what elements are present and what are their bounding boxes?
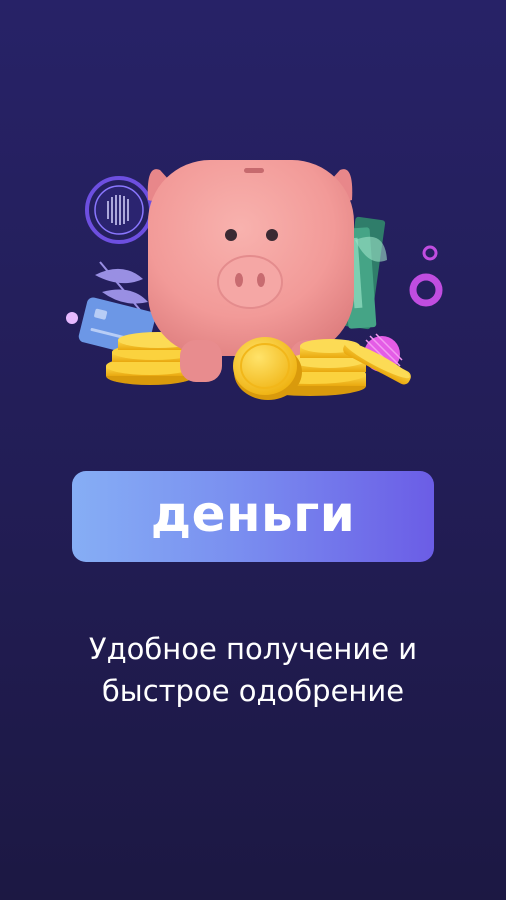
tagline: Удобное получение и быстрое одобрение [20, 628, 486, 712]
hero-illustration [0, 140, 506, 410]
tagline-line-1: Удобное получение и [88, 632, 418, 666]
tagline-line-2: быстрое одобрение [101, 674, 405, 708]
decor-ring-icon [85, 176, 153, 244]
brand-title: деньги [150, 484, 356, 543]
brand-badge: деньги [72, 471, 434, 562]
